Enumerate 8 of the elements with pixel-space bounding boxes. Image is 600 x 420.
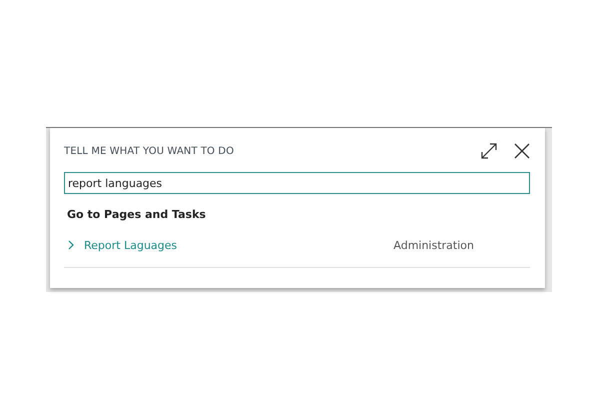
dialog-title: TELL ME WHAT YOU WANT TO DO: [64, 146, 234, 156]
section-heading: Go to Pages and Tasks: [66, 208, 207, 221]
search-field[interactable]: report languages: [64, 172, 530, 194]
expand-icon[interactable]: [480, 142, 498, 160]
result-category: Administration: [394, 238, 474, 252]
chevron-icon: [68, 240, 74, 250]
result-link[interactable]: Report Laguages: [84, 238, 394, 252]
close-icon[interactable]: [514, 143, 530, 159]
